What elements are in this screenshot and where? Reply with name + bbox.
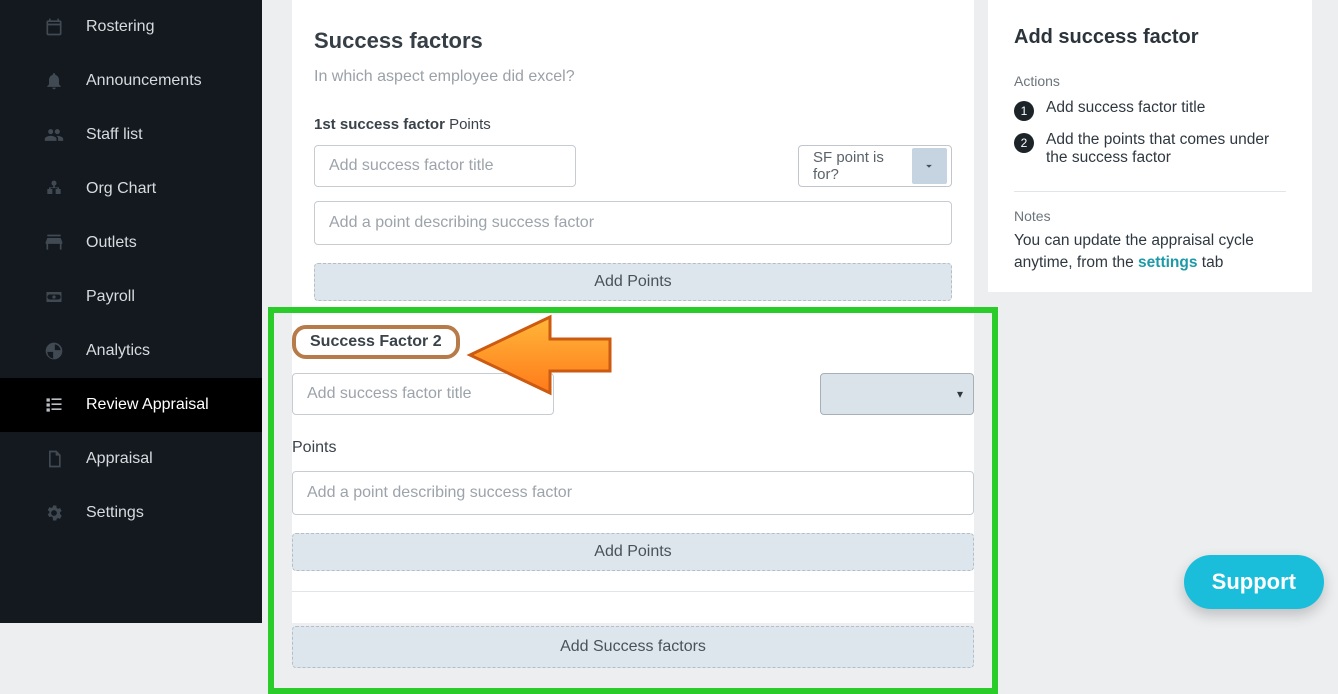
analytics-icon: [40, 341, 68, 361]
gear-icon: [40, 503, 68, 523]
sf1-title-input[interactable]: [314, 145, 576, 187]
sidebar-item-label: Org Chart: [86, 180, 156, 198]
divider: [292, 591, 974, 592]
help-title: Add success factor: [1014, 26, 1286, 49]
sidebar-item-label: Appraisal: [86, 450, 153, 468]
sf2-point-input[interactable]: [292, 471, 974, 515]
actions-label: Actions: [1014, 73, 1286, 89]
notes-label: Notes: [1014, 208, 1286, 224]
divider: [1014, 191, 1286, 192]
support-button[interactable]: Support: [1184, 555, 1324, 609]
action-row-1: 1 Add success factor title: [1014, 99, 1286, 121]
step-1-badge: 1: [1014, 101, 1034, 121]
sidebar-item-label: Outlets: [86, 234, 137, 252]
sidebar-item-label: Announcements: [86, 72, 202, 90]
sidebar-item-label: Payroll: [86, 288, 135, 306]
sidebar-item-settings[interactable]: Settings: [0, 486, 262, 540]
action-text: Add success factor title: [1046, 99, 1205, 117]
sf2-dropdown[interactable]: [820, 373, 974, 415]
chevron-down-icon: [912, 148, 947, 184]
sidebar-item-review-appraisal[interactable]: Review Appraisal: [0, 378, 262, 432]
people-icon: [40, 125, 68, 145]
section-title: Success factors: [314, 28, 952, 54]
action-row-2: 2 Add the points that comes under the su…: [1014, 131, 1286, 167]
section-subtitle: In which aspect employee did excel?: [314, 68, 952, 86]
sidebar-item-label: Staff list: [86, 126, 143, 144]
sf1-point-input[interactable]: [314, 201, 952, 245]
sidebar-item-rostering[interactable]: Rostering: [0, 0, 262, 54]
sf1-point-for-dropdown[interactable]: SF point is for?: [798, 145, 952, 187]
sidebar-item-label: Rostering: [86, 18, 154, 36]
sidebar-item-staff-list[interactable]: Staff list: [0, 108, 262, 162]
sf2-highlight-box: Success Factor 2 Points Add Points Add S…: [268, 307, 998, 694]
sf1-label: 1st success factor Points: [314, 116, 952, 133]
help-panel: Add success factor Actions 1 Add success…: [988, 0, 1312, 292]
sf2-points-label: Points: [292, 439, 974, 457]
sidebar: Rostering Announcements Staff list Org C…: [0, 0, 262, 623]
sidebar-item-label: Analytics: [86, 342, 150, 360]
sidebar-item-appraisal[interactable]: Appraisal: [0, 432, 262, 486]
main-panel: Success factors In which aspect employee…: [292, 0, 974, 623]
bell-icon: [40, 71, 68, 91]
add-success-factors-button[interactable]: Add Success factors: [292, 626, 974, 668]
settings-link[interactable]: settings: [1138, 254, 1197, 271]
sidebar-item-outlets[interactable]: Outlets: [0, 216, 262, 270]
sidebar-item-analytics[interactable]: Analytics: [0, 324, 262, 378]
notes-body: You can update the appraisal cycle anyti…: [1014, 230, 1286, 275]
sidebar-item-announcements[interactable]: Announcements: [0, 54, 262, 108]
step-2-badge: 2: [1014, 133, 1034, 153]
dropdown-label: SF point is for?: [813, 149, 912, 183]
sidebar-item-payroll[interactable]: Payroll: [0, 270, 262, 324]
money-icon: [40, 287, 68, 307]
sidebar-item-org-chart[interactable]: Org Chart: [0, 162, 262, 216]
doc-icon: [40, 449, 68, 469]
sf2-title-input[interactable]: [292, 373, 554, 415]
review-icon: [40, 395, 68, 415]
sf1-add-points-button[interactable]: Add Points: [314, 263, 952, 301]
sf2-badge: Success Factor 2: [292, 325, 460, 359]
sidebar-item-label: Settings: [86, 504, 144, 522]
hierarchy-icon: [40, 179, 68, 199]
sf2-add-points-button[interactable]: Add Points: [292, 533, 974, 571]
sidebar-item-label: Review Appraisal: [86, 396, 209, 414]
calendar-icon: [40, 17, 68, 37]
action-text: Add the points that comes under the succ…: [1046, 131, 1286, 167]
store-icon: [40, 233, 68, 253]
